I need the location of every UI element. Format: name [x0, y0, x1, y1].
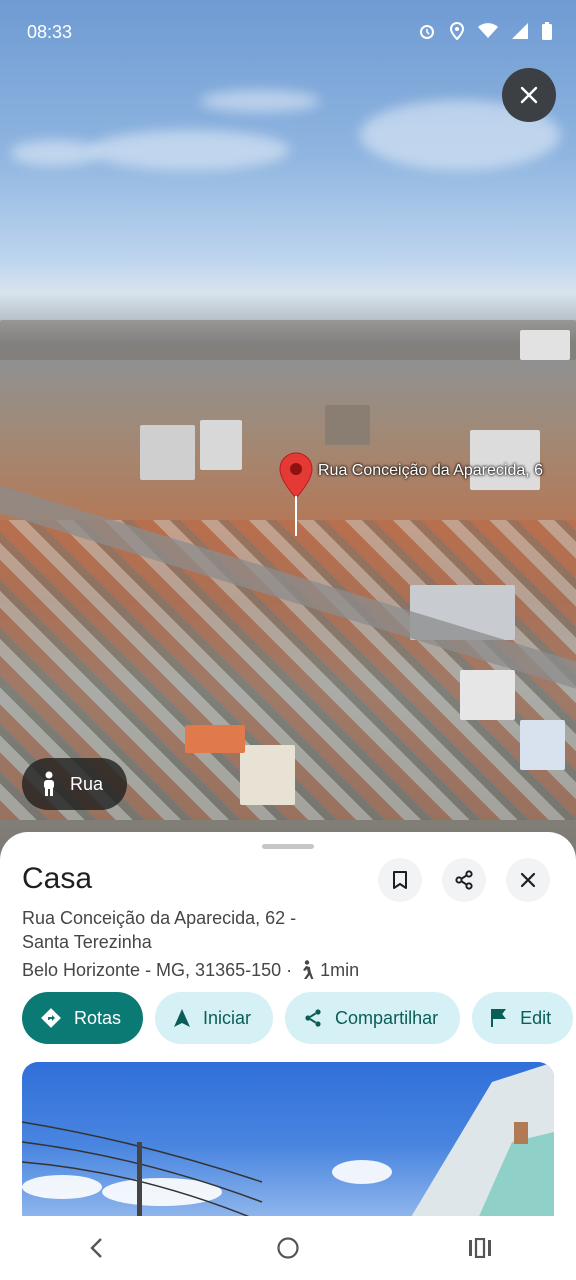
- building: [520, 330, 570, 360]
- navigation-arrow-icon: [174, 1009, 191, 1027]
- back-icon: [90, 1238, 102, 1258]
- building: [460, 670, 515, 720]
- address-line-3-row: Belo Horizonte - MG, 31365-150 · 1min: [22, 958, 359, 982]
- save-button[interactable]: [378, 858, 422, 902]
- directions-button[interactable]: Rotas: [22, 992, 144, 1044]
- address-line-1: Rua Conceição da Aparecida, 62 -: [22, 908, 297, 928]
- share-action-button[interactable]: Compartilhar: [285, 992, 461, 1044]
- share-label: Compartilhar: [335, 1007, 439, 1028]
- close-icon: [520, 872, 536, 888]
- wifi-icon: [478, 23, 498, 38]
- share-icon: [305, 1009, 321, 1027]
- street-view-chip[interactable]: Rua: [22, 758, 128, 810]
- city-horizon: [0, 320, 576, 360]
- address-line-2: Santa Terezinha: [22, 932, 152, 952]
- place-photo[interactable]: [22, 1062, 554, 1222]
- location-icon: [450, 22, 464, 40]
- walk-time: 1min: [320, 960, 360, 980]
- start-button[interactable]: Iniciar: [155, 992, 274, 1044]
- map-pin-icon[interactable]: [278, 452, 314, 500]
- recents-icon: [469, 1238, 491, 1258]
- street-chip-label: Rua: [70, 773, 104, 794]
- alarm-icon: [420, 25, 434, 39]
- building: [185, 725, 245, 753]
- close-sheet-button[interactable]: [506, 858, 550, 902]
- status-time: 08:33: [27, 22, 73, 42]
- status-bar: 08:33: [0, 0, 576, 66]
- pegman-icon: [44, 771, 54, 796]
- building: [520, 720, 565, 770]
- directions-icon: [41, 1008, 61, 1028]
- cloud: [10, 140, 100, 166]
- place-title: Casa: [22, 862, 93, 895]
- system-navigation-bar: [0, 1216, 576, 1280]
- building: [470, 430, 540, 490]
- battery-icon: [542, 22, 552, 40]
- recents-button[interactable]: [450, 1224, 510, 1272]
- street-photo-illustration: [22, 1062, 554, 1222]
- sheet-drag-handle[interactable]: [262, 844, 314, 849]
- edit-label: Edit: [520, 1007, 552, 1028]
- share-icon: [455, 870, 473, 890]
- building: [200, 420, 242, 470]
- action-buttons-row: Rotas Iniciar Compartilhar Edit: [22, 992, 574, 1044]
- aerial-map-view[interactable]: [0, 0, 576, 860]
- place-bottom-sheet[interactable]: Casa Rua Conceição da Aparecida, 62 - Sa…: [0, 832, 576, 1222]
- signal-icon: [512, 23, 528, 39]
- building: [325, 405, 370, 445]
- back-button[interactable]: [66, 1224, 126, 1272]
- flag-icon: [491, 1009, 507, 1027]
- walking-icon: [303, 960, 314, 979]
- close-3d-view-button[interactable]: [502, 68, 556, 122]
- status-icons: [418, 22, 552, 40]
- start-label: Iniciar: [203, 1007, 252, 1028]
- share-button[interactable]: [442, 858, 486, 902]
- cloud: [90, 130, 290, 170]
- directions-label: Rotas: [74, 1007, 122, 1028]
- pin-stem: [295, 496, 297, 536]
- building: [240, 745, 295, 805]
- home-icon: [277, 1237, 299, 1259]
- pin-label: Rua Conceição da Aparecida, 6: [318, 462, 544, 479]
- bookmark-icon: [393, 871, 407, 889]
- edit-button[interactable]: Edit: [472, 992, 574, 1044]
- home-button[interactable]: [258, 1224, 318, 1272]
- close-icon: [520, 86, 538, 104]
- building: [140, 425, 195, 480]
- cloud: [200, 90, 320, 112]
- address-line-3: Belo Horizonte - MG, 31365-150 ·: [22, 960, 293, 980]
